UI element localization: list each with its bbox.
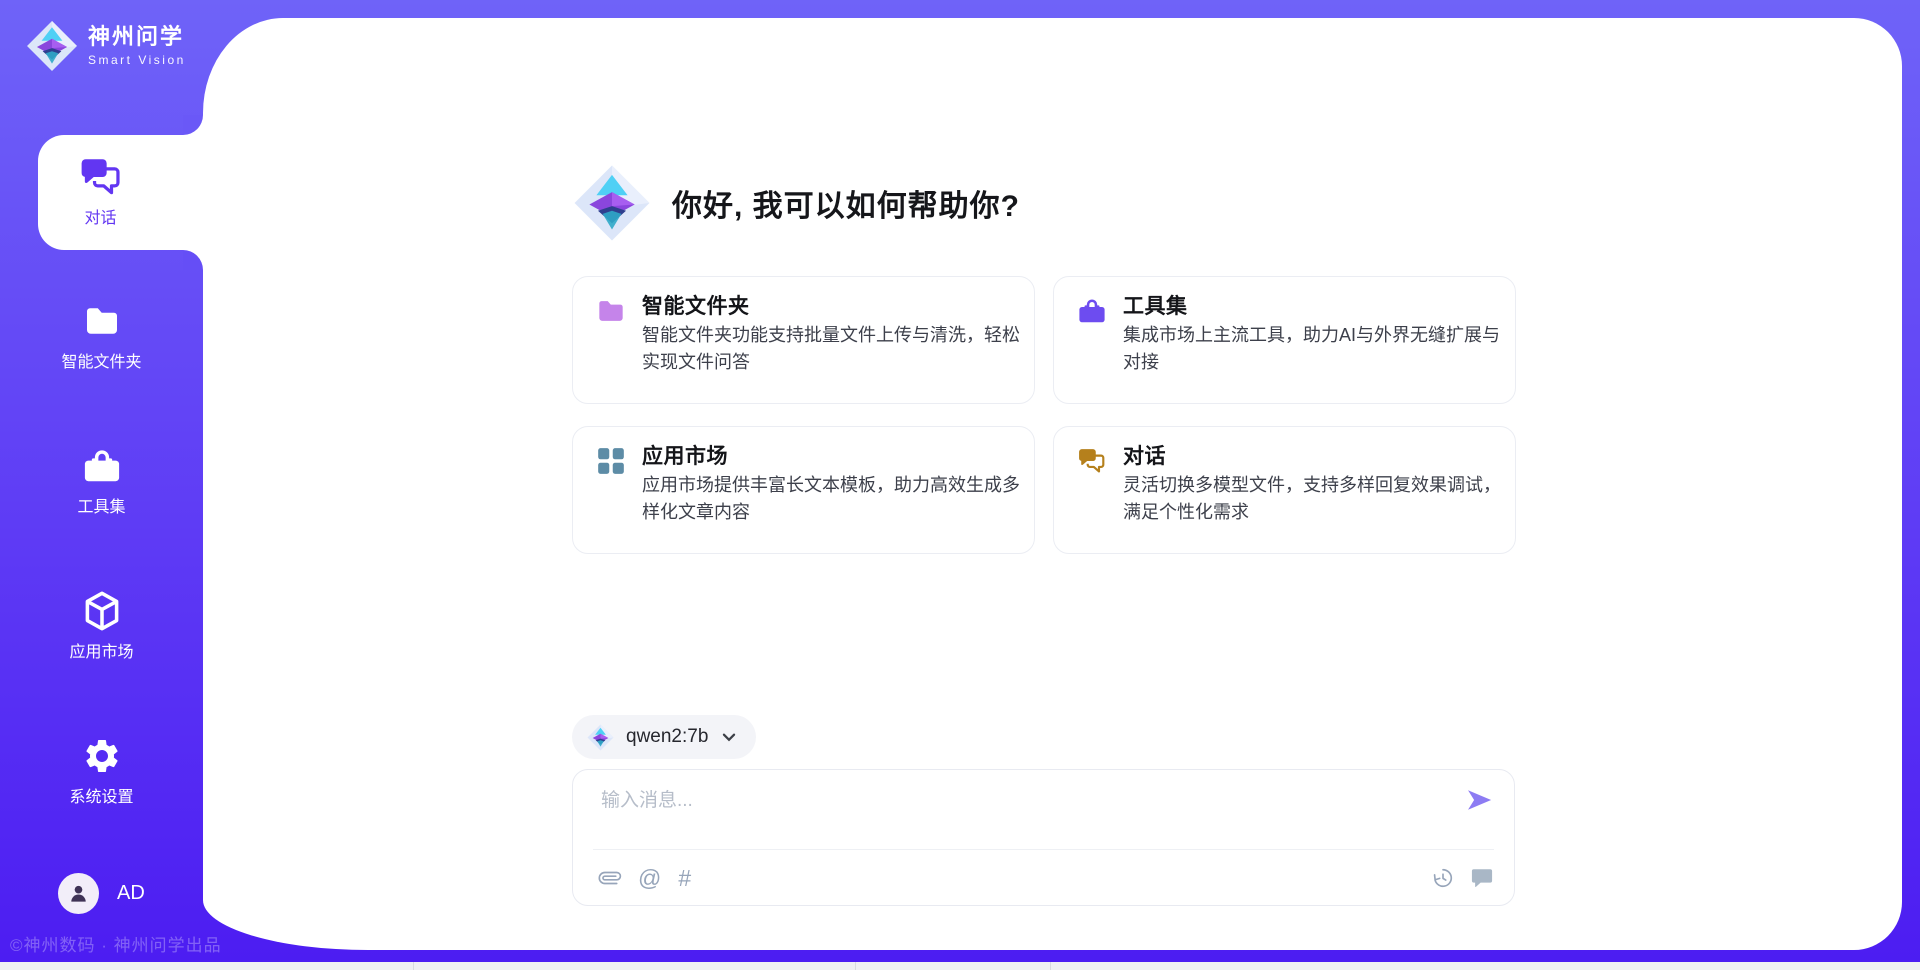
attach-button[interactable] [599,867,621,889]
folder-icon [82,301,122,341]
card-title: 对话 [1123,440,1166,470]
chevron-down-icon [722,733,736,742]
sidebar-item-label: 工具集 [77,493,125,517]
sidebar-item-toolset[interactable]: 工具集 [0,446,203,517]
toolbox-icon [1078,297,1106,325]
mention-button[interactable]: @ [638,867,661,890]
feature-card-chat[interactable]: 对话 灵活切换多模型文件，支持多样回复效果调试，满足个性化需求 [1053,426,1516,554]
cube-icon [82,591,122,631]
person-icon [67,882,90,905]
tab-connector-top [183,115,203,135]
sidebar-item-label: 应用市场 [69,638,133,662]
paperclip-icon [594,862,625,893]
app-logo: 神州问学 Smart Vision [26,20,186,72]
app-subtitle: Smart Vision [88,53,186,67]
feature-card-smart-folder[interactable]: 智能文件夹 智能文件夹功能支持批量文件上传与清洗，轻松实现文件问答 [572,276,1035,404]
history-button[interactable] [1432,867,1454,889]
brand-text: 神州问学 Smart Vision [88,25,186,66]
user-name: AD [117,882,145,905]
chat-icon [80,157,122,197]
app-window: 你好, 我可以如何帮助你? 智能文件夹 智能文件夹功能支持批量文件上传与清洗，轻… [0,0,1920,970]
sidebar: 神州问学 Smart Vision 对话 智能文件夹 工具集 应用市场 系统设置 [0,0,203,962]
greeting-title: 你好, 我可以如何帮助你? [672,181,1020,225]
model-name: qwen2:7b [626,726,708,748]
sidebar-item-label: 智能文件夹 [61,348,141,372]
send-button[interactable] [1462,784,1496,818]
card-title: 应用市场 [642,440,728,470]
message-composer: @ # [572,769,1515,906]
sidebar-item-app-market[interactable]: 应用市场 [0,591,203,662]
chat-bubble-button[interactable] [1471,867,1493,889]
avatar [58,873,99,914]
composer-toolbar: @ # [599,861,1493,895]
app-name: 神州问学 [88,25,186,49]
toolbox-icon [82,446,122,486]
folder-icon [597,297,625,325]
brand-diamond-icon [587,724,614,751]
card-description: 智能文件夹功能支持批量文件上传与清洗，轻松实现文件问答 [642,322,1036,376]
tab-connector-bottom [183,250,203,270]
feature-cards: 智能文件夹 智能文件夹功能支持批量文件上传与清洗，轻松实现文件问答 工具集 集成… [572,276,1516,554]
apps-grid-icon [597,447,625,475]
bottom-strip [0,962,1920,970]
gear-icon [82,736,122,776]
chat-bubble-icon [1471,867,1493,889]
card-description: 灵活切换多模型文件，支持多样回复效果调试，满足个性化需求 [1123,472,1517,526]
history-icon [1432,867,1454,889]
composer-divider [593,849,1494,850]
card-description: 集成市场上主流工具，助力AI与外界无缝扩展与对接 [1123,322,1517,376]
copyright-footer: ©神州数码 · 神州问学出品 [10,931,222,956]
model-selector[interactable]: qwen2:7b [572,715,756,759]
sidebar-item-label: 系统设置 [69,783,133,807]
feature-card-app-market[interactable]: 应用市场 应用市场提供丰富长文本模板，助力高效生成多样化文章内容 [572,426,1035,554]
sidebar-item-smart-folder[interactable]: 智能文件夹 [0,301,203,372]
card-title: 智能文件夹 [642,290,750,320]
assistant-logo-icon [573,164,651,242]
card-title: 工具集 [1123,290,1188,320]
hashtag-button[interactable]: # [678,867,691,890]
sidebar-item-chat[interactable]: 对话 [38,135,207,250]
chat-icon [1078,447,1106,475]
greeting-row: 你好, 我可以如何帮助你? [573,164,1020,242]
sidebar-item-settings[interactable]: 系统设置 [0,736,203,807]
send-icon [1465,786,1493,814]
sidebar-item-label: 对话 [84,204,116,228]
message-input[interactable] [599,785,1429,817]
user-profile[interactable]: AD [58,873,145,914]
feature-card-toolset[interactable]: 工具集 集成市场上主流工具，助力AI与外界无缝扩展与对接 [1053,276,1516,404]
main-panel: 你好, 我可以如何帮助你? 智能文件夹 智能文件夹功能支持批量文件上传与清洗，轻… [203,18,1902,950]
card-description: 应用市场提供丰富长文本模板，助力高效生成多样化文章内容 [642,472,1036,526]
brand-diamond-icon [26,20,78,72]
